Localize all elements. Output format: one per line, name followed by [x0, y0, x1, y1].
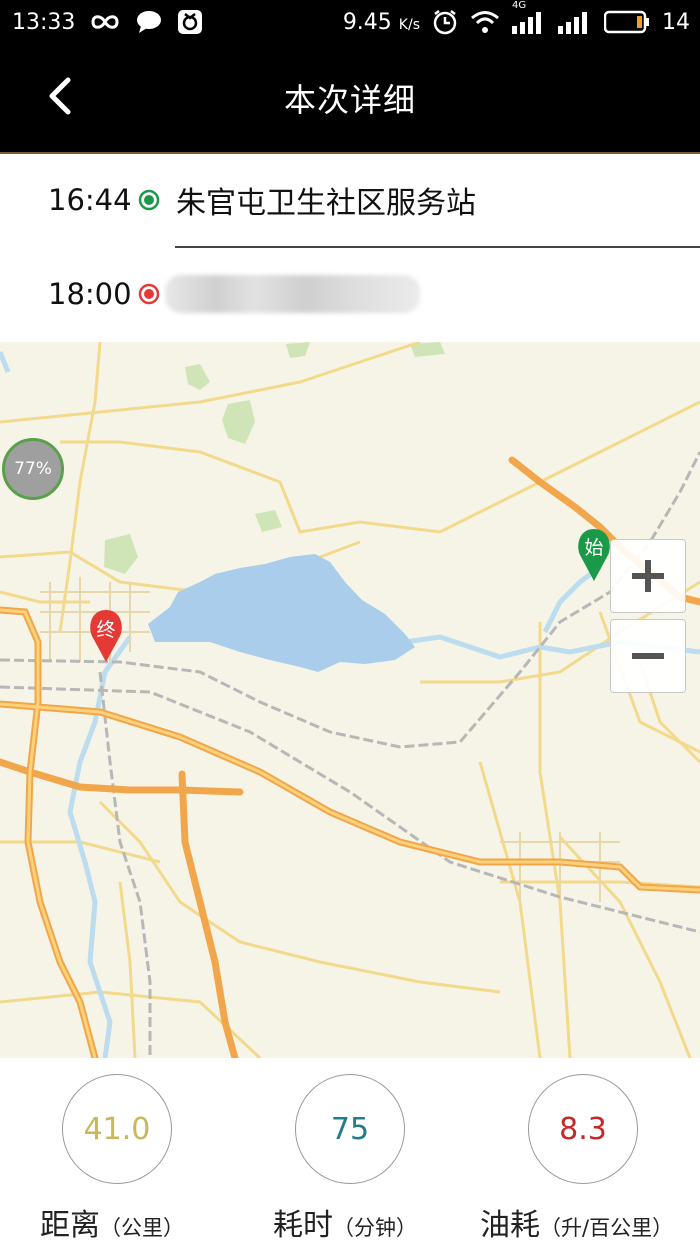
duration-name: 耗时 [273, 1208, 333, 1243]
start-marker-label: 始 [584, 537, 603, 559]
chat-icon [135, 9, 163, 35]
distance-value: 41.0 [62, 1074, 172, 1184]
signal-icon [558, 10, 592, 34]
route-start-row: 16:44 朱官屯卫生社区服务站 [0, 154, 700, 246]
end-marker-label: 终 [96, 619, 115, 641]
end-dot-icon [138, 283, 160, 305]
duration-value: 75 [295, 1074, 405, 1184]
map-canvas: 终 始 [0, 342, 700, 1058]
duration-unit: （分钟） [333, 1216, 417, 1240]
zoom-out-button[interactable] [610, 619, 686, 693]
stat-fuel: 8.3 油耗（升/百公里） [466, 1074, 699, 1244]
back-button[interactable] [40, 74, 80, 118]
start-time: 16:44 [48, 183, 132, 217]
fuel-label: 油耗（升/百公里） [480, 1200, 673, 1244]
distance-name: 距离 [40, 1208, 100, 1243]
top-nav-bar: 本次详细 [0, 44, 700, 154]
alarm-icon [432, 9, 458, 35]
end-place-redacted [165, 275, 420, 313]
signal-4g-icon: 4G [512, 0, 546, 34]
page-title: 本次详细 [283, 81, 416, 119]
start-dot-icon [138, 189, 160, 211]
network-type: 4G [512, 0, 527, 11]
infinity-icon [89, 12, 121, 32]
chevron-left-icon [49, 77, 71, 115]
network-speed-value: 9.45 [342, 9, 392, 35]
battery-level: 14 [662, 9, 690, 35]
stat-distance: 41.0 距离（公里） [0, 1074, 233, 1244]
minus-icon [632, 653, 664, 659]
zoom-controls [610, 539, 686, 699]
app-notification-icon [177, 9, 203, 35]
plus-icon [632, 560, 664, 592]
end-time: 18:00 [48, 277, 132, 311]
stat-duration: 75 耗时（分钟） [233, 1074, 466, 1244]
distance-label: 距离（公里） [40, 1200, 184, 1244]
clock: 13:33 [12, 9, 76, 35]
fuel-name: 油耗 [480, 1208, 540, 1243]
battery-icon [604, 10, 650, 34]
floating-battery-badge[interactable]: 77% [2, 438, 64, 500]
status-bar: 13:33 9.45 K/s 4G 14 [0, 0, 700, 44]
route-summary: 16:44 朱官屯卫生社区服务站 18:00 [0, 154, 700, 342]
fuel-value: 8.3 [528, 1074, 638, 1184]
distance-unit: （公里） [100, 1216, 184, 1240]
wifi-icon [470, 10, 500, 34]
start-place: 朱官屯卫生社区服务站 [176, 186, 476, 221]
network-speed: 9.45 K/s [343, 10, 420, 35]
route-end-row: 18:00 [0, 248, 700, 340]
network-speed-unit: K/s [398, 16, 420, 33]
trip-stats: 41.0 距离（公里） 75 耗时（分钟） 8.3 油耗（升/百公里） [0, 1058, 700, 1244]
map-view[interactable]: 终 始 77% [0, 342, 700, 1058]
zoom-in-button[interactable] [610, 539, 686, 613]
fuel-unit: （升/百公里） [540, 1216, 674, 1240]
duration-label: 耗时（分钟） [273, 1200, 417, 1244]
